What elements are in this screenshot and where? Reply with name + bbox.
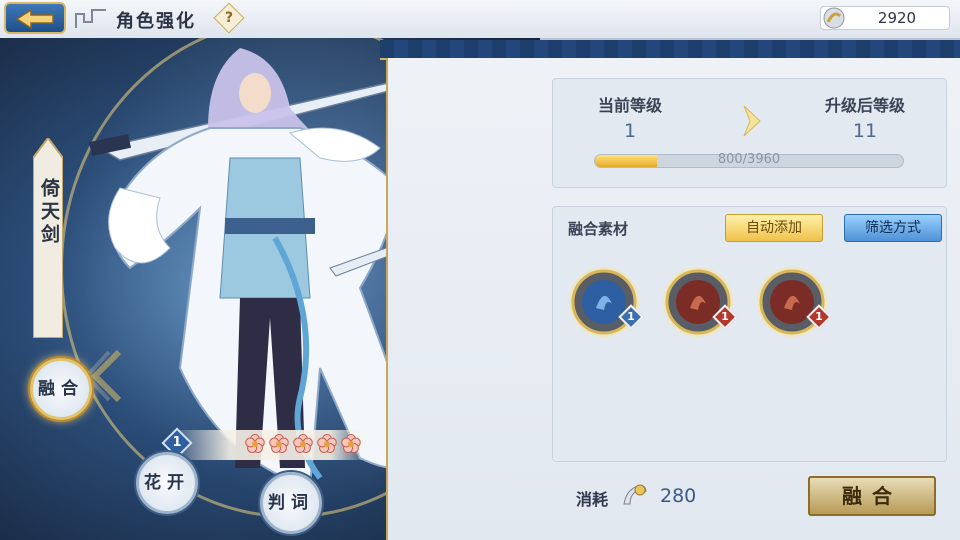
silver-coin-icon xyxy=(823,7,845,29)
plum-blossom-icon xyxy=(341,434,361,454)
page-title: 角色强化 xyxy=(116,11,196,32)
cost-label: 消耗 xyxy=(576,490,609,509)
plum-blossom-icon xyxy=(269,434,289,454)
plum-blossom-icon xyxy=(245,434,265,454)
back-arrow-icon xyxy=(15,8,54,30)
current-level-value: 1 xyxy=(623,120,637,142)
plum-blossom-icon xyxy=(317,434,337,454)
material-count: 1 xyxy=(627,310,635,323)
silver-coin-icon xyxy=(623,484,647,505)
verdict-tab-button[interactable]: 判词 xyxy=(260,472,322,534)
next-level-value: 11 xyxy=(852,120,878,142)
current-level-label: 当前等级 xyxy=(597,96,662,115)
material-count: 1 xyxy=(815,310,823,323)
fuse-tab-button[interactable]: 融合 xyxy=(30,358,92,420)
exp-progress-text: 800/3960 xyxy=(717,152,781,167)
material-title: 融合素材 xyxy=(568,220,629,238)
title-ornament-icon xyxy=(75,9,106,28)
currency-value: 2920 xyxy=(877,9,917,27)
bloom-tab-button[interactable]: 花开 xyxy=(136,452,198,514)
help-icon[interactable]: ? xyxy=(218,7,240,29)
level-arrow-icon xyxy=(743,105,761,137)
rank-value: 1 xyxy=(172,435,182,450)
material-count: 1 xyxy=(721,310,729,323)
prev-character-chevron-icon[interactable] xyxy=(85,346,125,406)
fuse-button[interactable]: 融合 xyxy=(808,476,936,516)
weapon-name: 倚天剑 xyxy=(38,178,60,247)
auto-add-button[interactable]: 自动添加 xyxy=(725,214,823,242)
back-button[interactable] xyxy=(4,2,66,34)
next-level-label: 升级后等级 xyxy=(824,96,905,115)
plum-blossom-icon xyxy=(293,434,313,454)
panel-ornament-band xyxy=(380,40,960,60)
filter-button[interactable]: 筛选方式 xyxy=(844,214,942,242)
cost-value: 280 xyxy=(660,485,697,507)
